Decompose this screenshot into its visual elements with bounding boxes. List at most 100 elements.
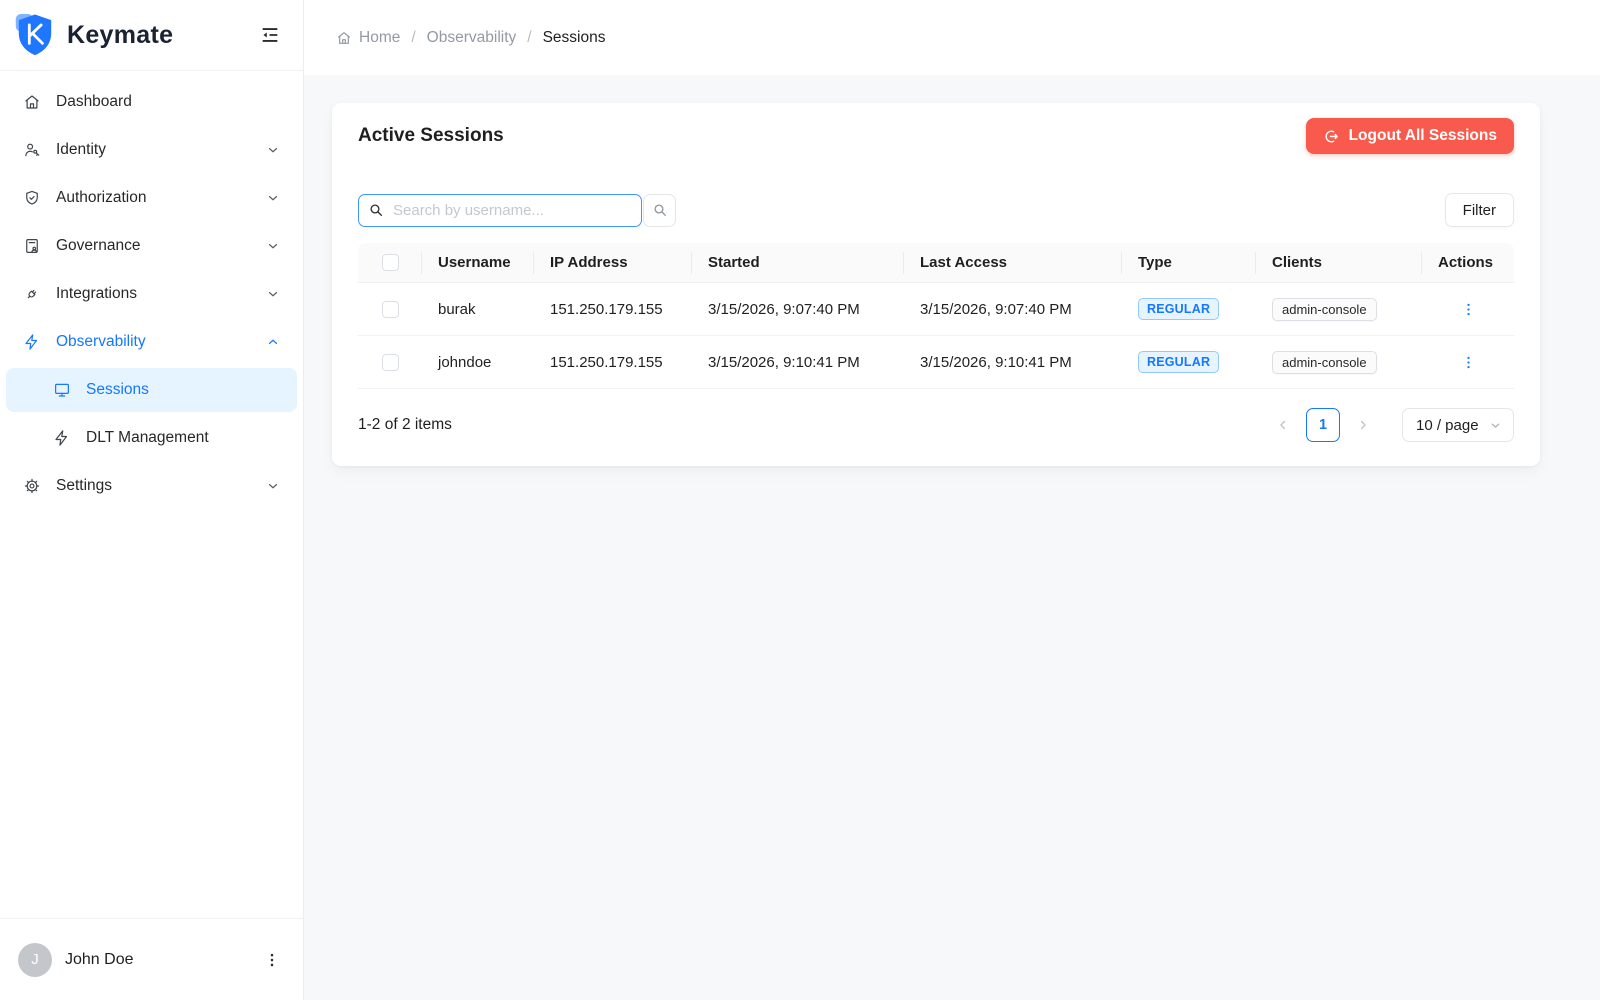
monitor-icon (53, 381, 71, 399)
search-input[interactable] (358, 194, 642, 227)
search-group (358, 194, 676, 227)
breadcrumb-label: Home (359, 29, 400, 47)
app-title: Keymate (67, 21, 246, 50)
items-summary: 1-2 of 2 items (358, 416, 452, 434)
logout-button-label: Logout All Sessions (1349, 127, 1497, 145)
sidebar-item-label: Sessions (86, 381, 149, 399)
user-key-icon (23, 141, 41, 159)
sidebar-item-integrations[interactable]: Integrations (10, 272, 293, 316)
sidebar-item-label: Dashboard (56, 93, 132, 111)
breadcrumb-separator: / (527, 29, 531, 47)
cell-last-access: 3/15/2026, 9:07:40 PM (904, 283, 1122, 336)
user-name: John Doe (65, 951, 246, 969)
logo-bar: Keymate (0, 0, 303, 71)
gear-icon (23, 477, 41, 495)
sidebar-item-dlt-management[interactable]: DLT Management (6, 416, 297, 460)
cell-started: 3/15/2026, 9:10:41 PM (692, 336, 904, 389)
logout-all-sessions-button[interactable]: Logout All Sessions (1306, 118, 1514, 154)
column-header-type: Type (1122, 243, 1256, 283)
table-row: burak 151.250.179.155 3/15/2026, 9:07:40… (358, 283, 1514, 336)
sessions-table: Username IP Address Started Last Access … (358, 243, 1514, 389)
column-header-last-access: Last Access (904, 243, 1122, 283)
sidebar-item-label: Observability (56, 333, 146, 351)
sidebar-item-settings[interactable]: Settings (10, 464, 293, 508)
column-header-username: Username (422, 243, 534, 283)
sidebar-item-dashboard[interactable]: Dashboard (10, 80, 293, 124)
page-number-button[interactable]: 1 (1306, 408, 1340, 442)
table-footer: 1-2 of 2 items 1 10 / page (358, 408, 1514, 442)
chevron-down-icon (1489, 419, 1502, 432)
client-tag: admin-console (1272, 351, 1377, 374)
sidebar-item-sessions[interactable]: Sessions (6, 368, 297, 412)
row-actions-button[interactable] (1456, 350, 1481, 375)
cell-username: johndoe (422, 336, 534, 389)
chevron-down-icon (266, 191, 280, 205)
breadcrumb: Home / Observability / Sessions (336, 29, 605, 47)
dots-vertical-icon (1460, 301, 1477, 318)
sidebar-item-label: Governance (56, 237, 140, 255)
row-checkbox[interactable] (382, 354, 399, 371)
row-actions-button[interactable] (1456, 297, 1481, 322)
app-root: Keymate Dashboard Identity Authorizati (0, 0, 1600, 1000)
cell-username: burak (422, 283, 534, 336)
dots-vertical-icon (1460, 354, 1477, 371)
dots-vertical-icon (263, 951, 281, 969)
pagination: 1 10 / page (1268, 408, 1514, 442)
select-all-checkbox[interactable] (382, 254, 399, 271)
card-header: Active Sessions Logout All Sessions (358, 118, 1514, 154)
page-title: Active Sessions (358, 125, 504, 147)
filter-button[interactable]: Filter (1445, 193, 1514, 227)
session-type-badge: REGULAR (1138, 298, 1219, 320)
sidebar-menu: Dashboard Identity Authorization Governa… (0, 71, 303, 918)
column-header-actions: Actions (1422, 243, 1514, 283)
main-area: Home / Observability / Sessions Active S… (304, 0, 1600, 1000)
sidebar-item-identity[interactable]: Identity (10, 128, 293, 172)
row-checkbox[interactable] (382, 301, 399, 318)
page-size-value: 10 / page (1416, 417, 1479, 434)
sidebar-user-section: J John Doe (0, 918, 303, 1000)
sidebar-collapse-button[interactable] (257, 22, 283, 48)
keymate-logo-icon (14, 12, 56, 58)
breadcrumb-separator: / (411, 29, 415, 47)
document-user-icon (23, 237, 41, 255)
sidebar: Keymate Dashboard Identity Authorizati (0, 0, 304, 1000)
breadcrumb-current: Sessions (543, 29, 606, 47)
avatar: J (18, 943, 52, 977)
search-input-wrap (358, 194, 642, 227)
breadcrumb-home[interactable]: Home (336, 29, 400, 47)
sidebar-item-label: DLT Management (86, 429, 209, 447)
chevron-down-icon (266, 287, 280, 301)
sidebar-item-authorization[interactable]: Authorization (10, 176, 293, 220)
sidebar-item-governance[interactable]: Governance (10, 224, 293, 268)
search-button[interactable] (643, 194, 676, 227)
topbar: Home / Observability / Sessions (304, 0, 1600, 75)
breadcrumb-observability[interactable]: Observability (427, 29, 517, 47)
table-header-row: Username IP Address Started Last Access … (358, 243, 1514, 283)
breadcrumb-label: Observability (427, 29, 517, 47)
chevron-down-icon (266, 239, 280, 253)
zap-icon (53, 429, 71, 447)
page-size-select[interactable]: 10 / page (1402, 408, 1514, 442)
chevron-up-icon (266, 335, 280, 349)
search-icon (652, 202, 668, 218)
column-header-started: Started (692, 243, 904, 283)
toolbar: Filter (358, 193, 1514, 227)
cell-last-access: 3/15/2026, 9:10:41 PM (904, 336, 1122, 389)
column-header-ip: IP Address (534, 243, 692, 283)
home-icon (23, 93, 41, 111)
chevron-left-icon (1276, 418, 1290, 432)
sidebar-item-label: Authorization (56, 189, 146, 207)
column-header-clients: Clients (1256, 243, 1422, 283)
sidebar-item-observability[interactable]: Observability (10, 320, 293, 364)
client-tag: admin-console (1272, 298, 1377, 321)
next-page-button[interactable] (1348, 408, 1378, 442)
user-menu-button[interactable] (259, 947, 285, 973)
table-row: johndoe 151.250.179.155 3/15/2026, 9:10:… (358, 336, 1514, 389)
zap-icon (23, 333, 41, 351)
content: Active Sessions Logout All Sessions (304, 75, 1600, 466)
sidebar-item-label: Settings (56, 477, 112, 495)
plug-icon (23, 285, 41, 303)
previous-page-button[interactable] (1268, 408, 1298, 442)
cell-ip: 151.250.179.155 (534, 336, 692, 389)
observability-submenu: Sessions DLT Management (0, 368, 303, 460)
